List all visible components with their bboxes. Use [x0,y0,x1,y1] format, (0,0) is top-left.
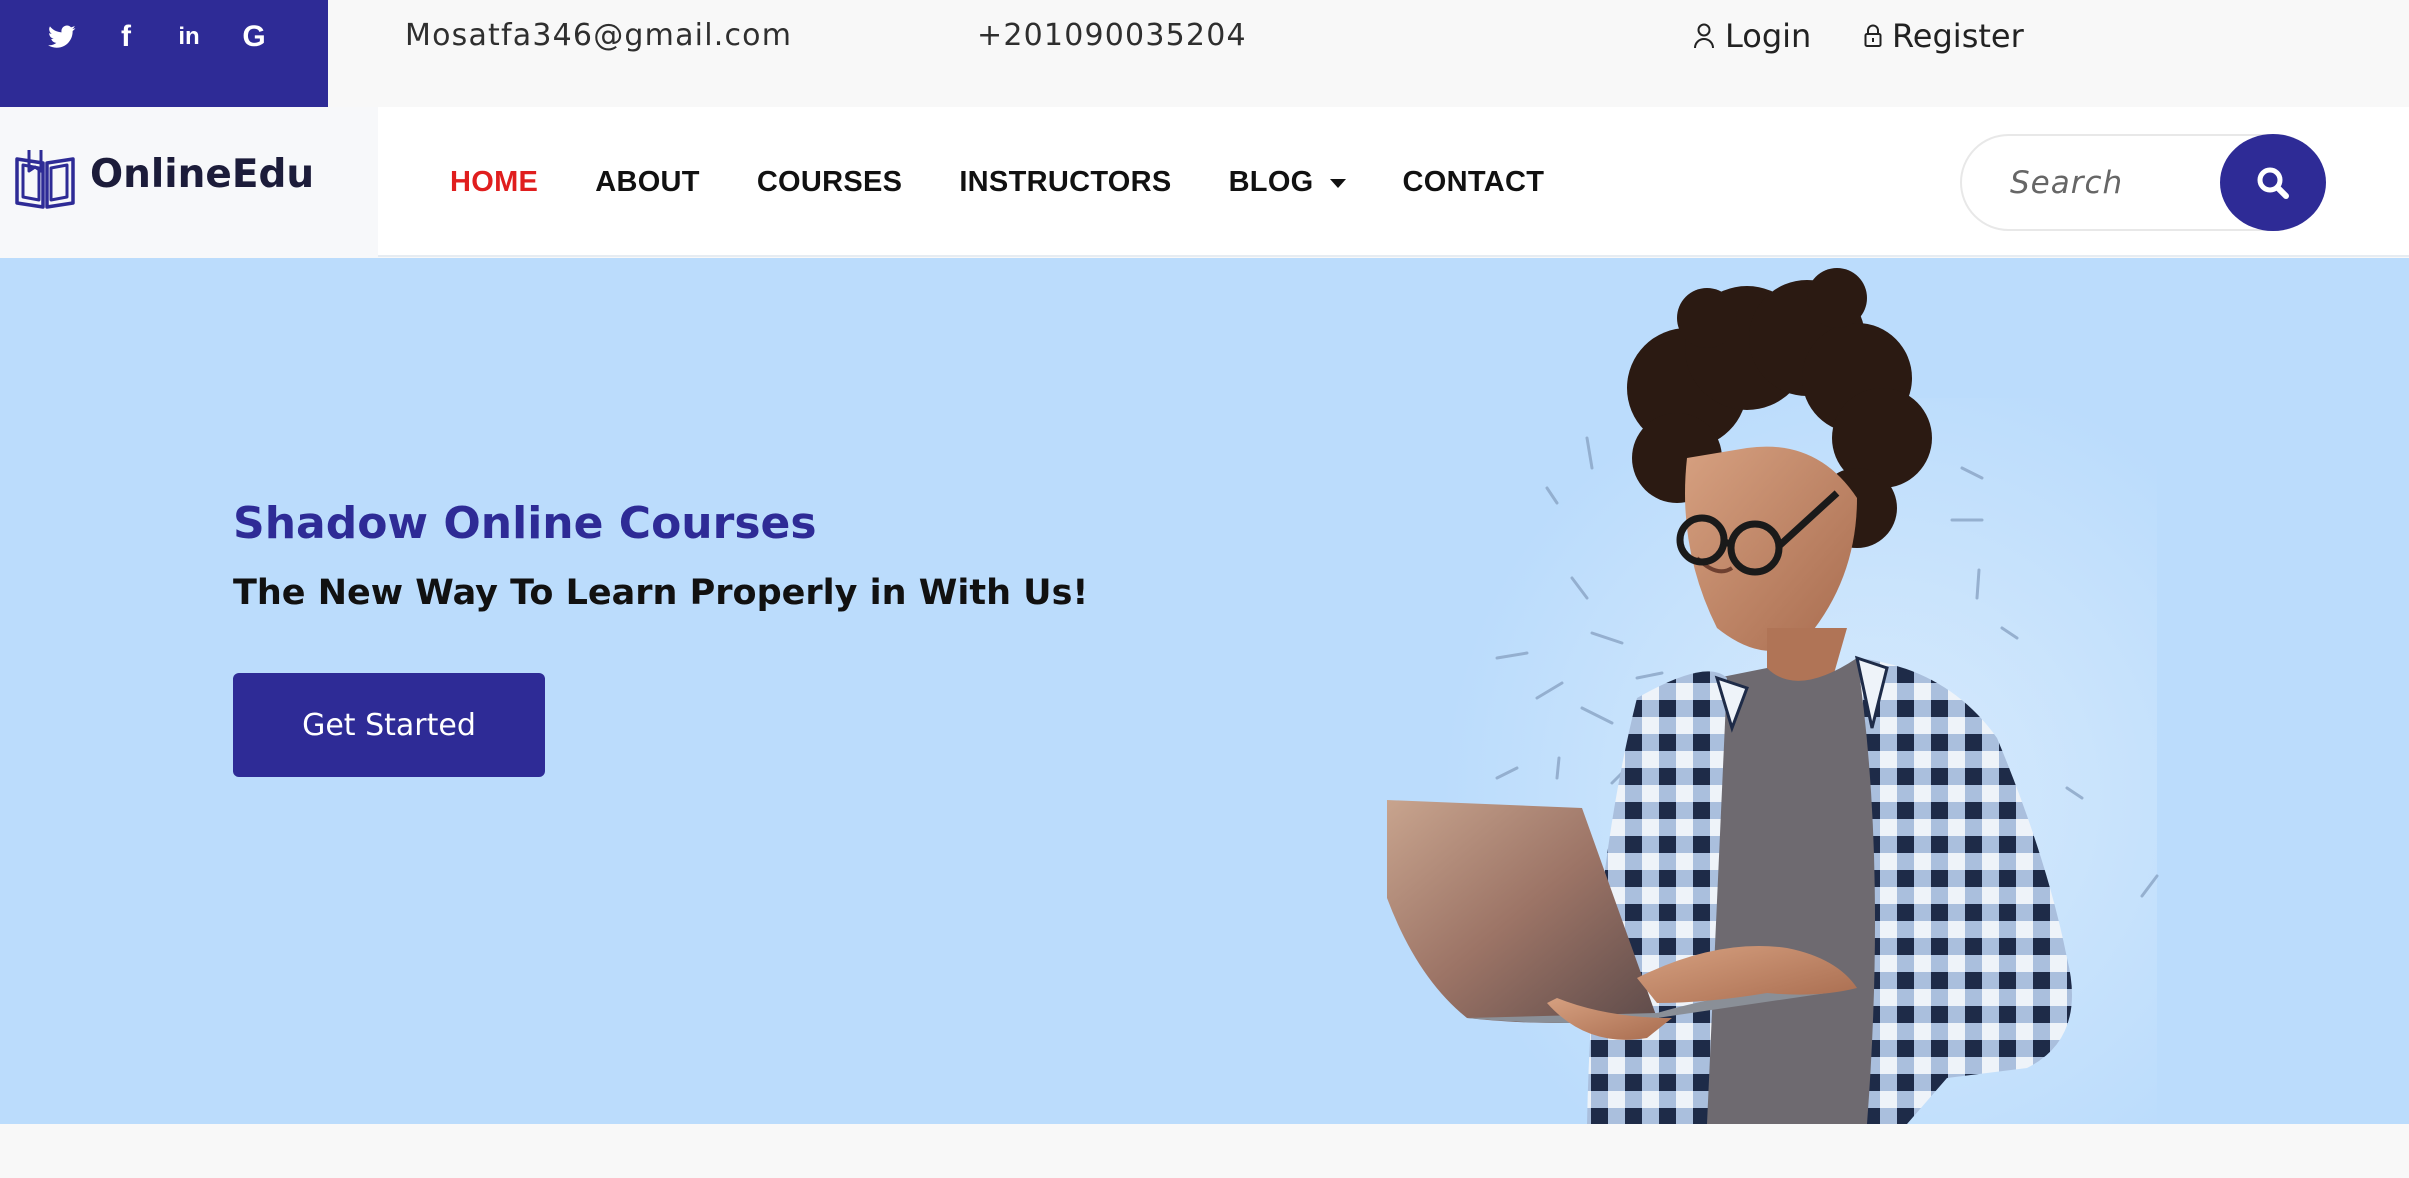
twitter-icon[interactable] [46,0,78,74]
login-link[interactable]: Login [1693,14,1811,58]
brand-logo[interactable]: OnlineEdu [0,107,378,257]
contact-email[interactable]: Mosatfa346@gmail.com [405,14,792,58]
google-icon[interactable]: G [238,0,270,74]
search-icon [2257,167,2289,199]
nav-item-blog[interactable]: BLOG [1229,166,1346,199]
top-bar: f in G Mosatfa346@gmail.com +20109003520… [0,0,2409,107]
login-label: Login [1725,17,1812,55]
hero-subtitle: The New Way To Learn Properly in With Us… [233,573,1089,613]
brand-name: OnlineEdu [90,152,315,197]
facebook-icon[interactable]: f [112,0,140,74]
nav-item-home[interactable]: HOME [450,166,538,199]
lock-icon [1864,24,1882,47]
register-link[interactable]: Register [1864,14,2024,58]
nav-item-instructors[interactable]: INSTRUCTORS [959,166,1171,199]
nav-item-blog-label: BLOG [1228,165,1314,198]
hero-section: Shadow Online Courses The New Way To Lea… [0,258,2409,1124]
hero-title: Shadow Online Courses [233,498,817,549]
main-navbar: OnlineEdu HOME ABOUT COURSES INSTRUCTORS… [0,107,2409,257]
nav-item-contact[interactable]: CONTACT [1403,166,1545,199]
user-icon [1694,23,1714,49]
search-button[interactable] [2220,134,2326,231]
page-bottom-strip [0,1124,2409,1178]
nav-menu: HOME ABOUT COURSES INSTRUCTORS BLOG CONT… [450,107,1601,257]
search-input[interactable] [2010,158,2180,208]
social-links: f in G [0,0,328,107]
caret-down-icon [1329,178,1346,188]
linkedin-icon[interactable]: in [173,0,205,74]
contact-phone[interactable]: +201090035204 [977,14,1247,58]
nav-item-courses[interactable]: COURSES [757,166,903,199]
get-started-button[interactable]: Get Started [233,673,545,777]
search-box [1960,134,2326,231]
nav-item-about[interactable]: ABOUT [595,166,700,199]
student-with-laptop-image [1387,258,2159,1124]
book-icon [15,150,75,209]
register-label: Register [1892,17,2024,55]
